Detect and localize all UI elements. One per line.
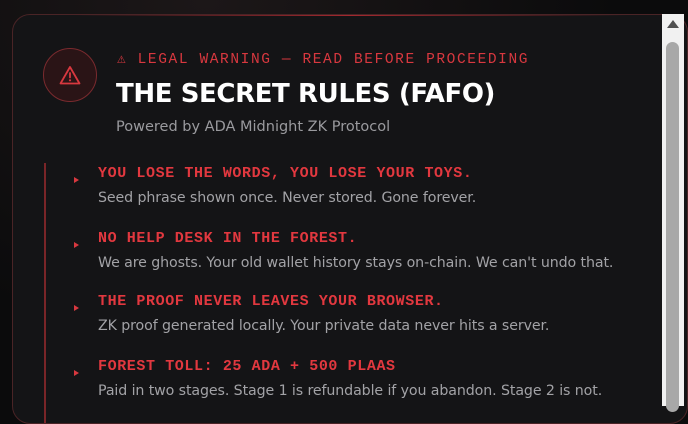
rule-title: YOU LOSE THE WORDS, YOU LOSE YOUR TOYS. <box>98 165 473 182</box>
rule-description: We are ghosts. Your old wallet history s… <box>98 255 614 271</box>
rule-title: FOREST TOLL: 25 ADA + 500 PLAAS <box>98 358 396 375</box>
modal-accent-line <box>73 15 627 16</box>
scroll-up-arrow-icon[interactable] <box>667 20 679 28</box>
legal-warning-kicker: ⚠ LEGAL WARNING — READ BEFORE PROCEEDING <box>117 52 530 68</box>
rule-description: Paid in two stages. Stage 1 is refundabl… <box>98 383 603 399</box>
rules-list: YOU LOSE THE WORDS, YOU LOSE YOUR TOYS. … <box>44 163 674 423</box>
chevron-right-icon <box>74 242 79 248</box>
legal-warning-modal: ⚠ LEGAL WARNING — READ BEFORE PROCEEDING… <box>12 14 688 424</box>
chevron-right-icon <box>74 305 79 311</box>
scrollbar-thumb[interactable] <box>666 42 679 412</box>
warning-badge <box>43 48 97 102</box>
modal-title: THE SECRET RULES (FAFO) <box>116 79 496 109</box>
vertical-scrollbar[interactable] <box>662 14 684 412</box>
modal-subtitle: Powered by ADA Midnight ZK Protocol <box>116 119 391 135</box>
chevron-right-icon <box>74 370 79 376</box>
rule-description: Seed phrase shown once. Never stored. Go… <box>98 190 477 206</box>
rule-description: ZK proof generated locally. Your private… <box>98 318 550 334</box>
rule-title: NO HELP DESK IN THE FOREST. <box>98 230 358 247</box>
warning-triangle-icon <box>59 66 81 85</box>
rule-title: THE PROOF NEVER LEAVES YOUR BROWSER. <box>98 293 444 310</box>
chevron-right-icon <box>74 177 79 183</box>
